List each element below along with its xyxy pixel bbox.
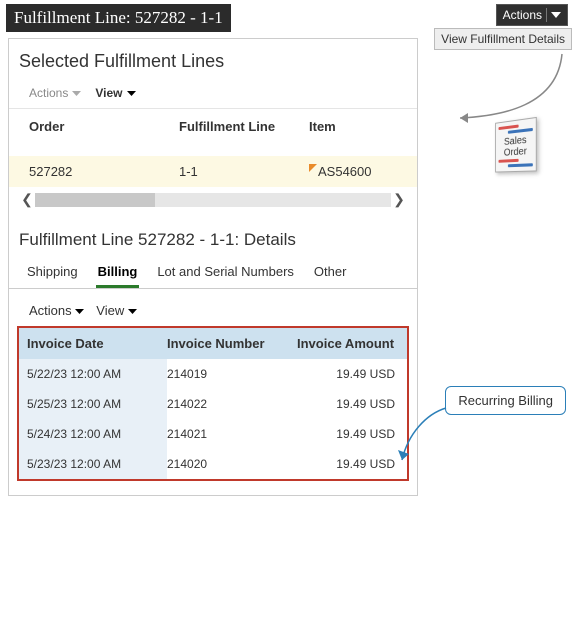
chevron-down-icon [551, 11, 561, 19]
invoice-view-menu[interactable]: View [96, 303, 137, 318]
actions-button-label: Actions [503, 8, 542, 22]
cell-invoice-amount: 19.49 USD [297, 457, 399, 471]
page-title: Fulfillment Line: 527282 - 1-1 [6, 4, 231, 32]
cell-invoice-date: 5/24/23 12:00 AM [19, 419, 167, 449]
scroll-left-arrow[interactable]: ❮ [19, 191, 35, 208]
recurring-billing-callout: Recurring Billing [445, 386, 566, 415]
cell-item: AS54600 [309, 164, 407, 179]
cell-invoice-date: 5/23/23 12:00 AM [19, 449, 167, 479]
cell-invoice-number: 214022 [167, 397, 297, 411]
invoice-actions-menu[interactable]: Actions [29, 303, 84, 318]
invoice-view-label: View [96, 303, 124, 318]
col-item: Item [309, 119, 407, 134]
cell-item-text: AS54600 [318, 164, 372, 179]
col-invoice-amount: Invoice Amount [297, 336, 399, 351]
chevron-down-icon [127, 86, 136, 100]
selected-view-label: View [95, 86, 122, 100]
tab-lot-serial[interactable]: Lot and Serial Numbers [155, 260, 296, 288]
col-order: Order [29, 119, 179, 134]
cell-invoice-date: 5/22/23 12:00 AM [19, 359, 167, 389]
selected-actions-label: Actions [29, 86, 68, 100]
separator [546, 8, 547, 22]
invoice-row[interactable]: 5/22/23 12:00 AM 214019 19.49 USD [19, 359, 407, 389]
flag-icon [309, 164, 317, 172]
cell-invoice-number: 214019 [167, 367, 297, 381]
selected-lines-heading: Selected Fulfillment Lines [9, 47, 417, 82]
tab-shipping[interactable]: Shipping [25, 260, 80, 288]
invoice-row[interactable]: 5/23/23 12:00 AM 214020 19.49 USD [19, 449, 407, 479]
scroll-thumb[interactable] [35, 193, 155, 207]
table-row[interactable]: 527282 1-1 AS54600 [9, 156, 417, 187]
tab-billing[interactable]: Billing [96, 260, 140, 288]
main-panel: Selected Fulfillment Lines Actions View … [8, 38, 418, 496]
col-invoice-number: Invoice Number [167, 336, 297, 351]
invoice-column-header: Invoice Date Invoice Number Invoice Amou… [19, 328, 407, 359]
invoice-row[interactable]: 5/25/23 12:00 AM 214022 19.49 USD [19, 389, 407, 419]
cell-invoice-amount: 19.49 USD [297, 427, 399, 441]
chevron-down-icon [128, 303, 137, 318]
horizontal-scrollbar[interactable]: ❮ ❯ [19, 191, 407, 208]
invoice-table: Invoice Date Invoice Number Invoice Amou… [17, 326, 409, 481]
selected-view-menu[interactable]: View [95, 86, 135, 100]
cell-invoice-amount: 19.49 USD [297, 367, 399, 381]
sales-order-icon: Sales Order [492, 120, 548, 178]
actions-button[interactable]: Actions [496, 4, 568, 26]
cell-invoice-number: 214021 [167, 427, 297, 441]
cell-invoice-number: 214020 [167, 457, 297, 471]
invoice-row[interactable]: 5/24/23 12:00 AM 214021 19.49 USD [19, 419, 407, 449]
cell-fulfillment-line: 1-1 [179, 164, 309, 179]
cell-invoice-date: 5/25/23 12:00 AM [19, 389, 167, 419]
details-tabs: Shipping Billing Lot and Serial Numbers … [9, 260, 417, 289]
invoice-toolbar: Actions View [9, 289, 417, 326]
col-fulfillment-line: Fulfillment Line [179, 119, 309, 134]
selected-actions-menu[interactable]: Actions [29, 86, 81, 100]
tab-other[interactable]: Other [312, 260, 349, 288]
scroll-right-arrow[interactable]: ❯ [391, 191, 407, 208]
scroll-track[interactable] [35, 193, 391, 207]
col-invoice-date: Invoice Date [27, 336, 167, 351]
details-heading: Fulfillment Line 527282 - 1-1: Details [9, 208, 417, 260]
selected-column-header: Order Fulfillment Line Item [9, 108, 417, 156]
selected-toolbar: Actions View [9, 82, 417, 108]
sales-order-label: Sales Order [498, 134, 532, 159]
cell-invoice-amount: 19.49 USD [297, 397, 399, 411]
view-fulfillment-details-button[interactable]: View Fulfillment Details [434, 28, 572, 50]
chevron-down-icon [72, 86, 81, 100]
chevron-down-icon [75, 303, 84, 318]
cell-order: 527282 [29, 164, 179, 179]
invoice-actions-label: Actions [29, 303, 72, 318]
